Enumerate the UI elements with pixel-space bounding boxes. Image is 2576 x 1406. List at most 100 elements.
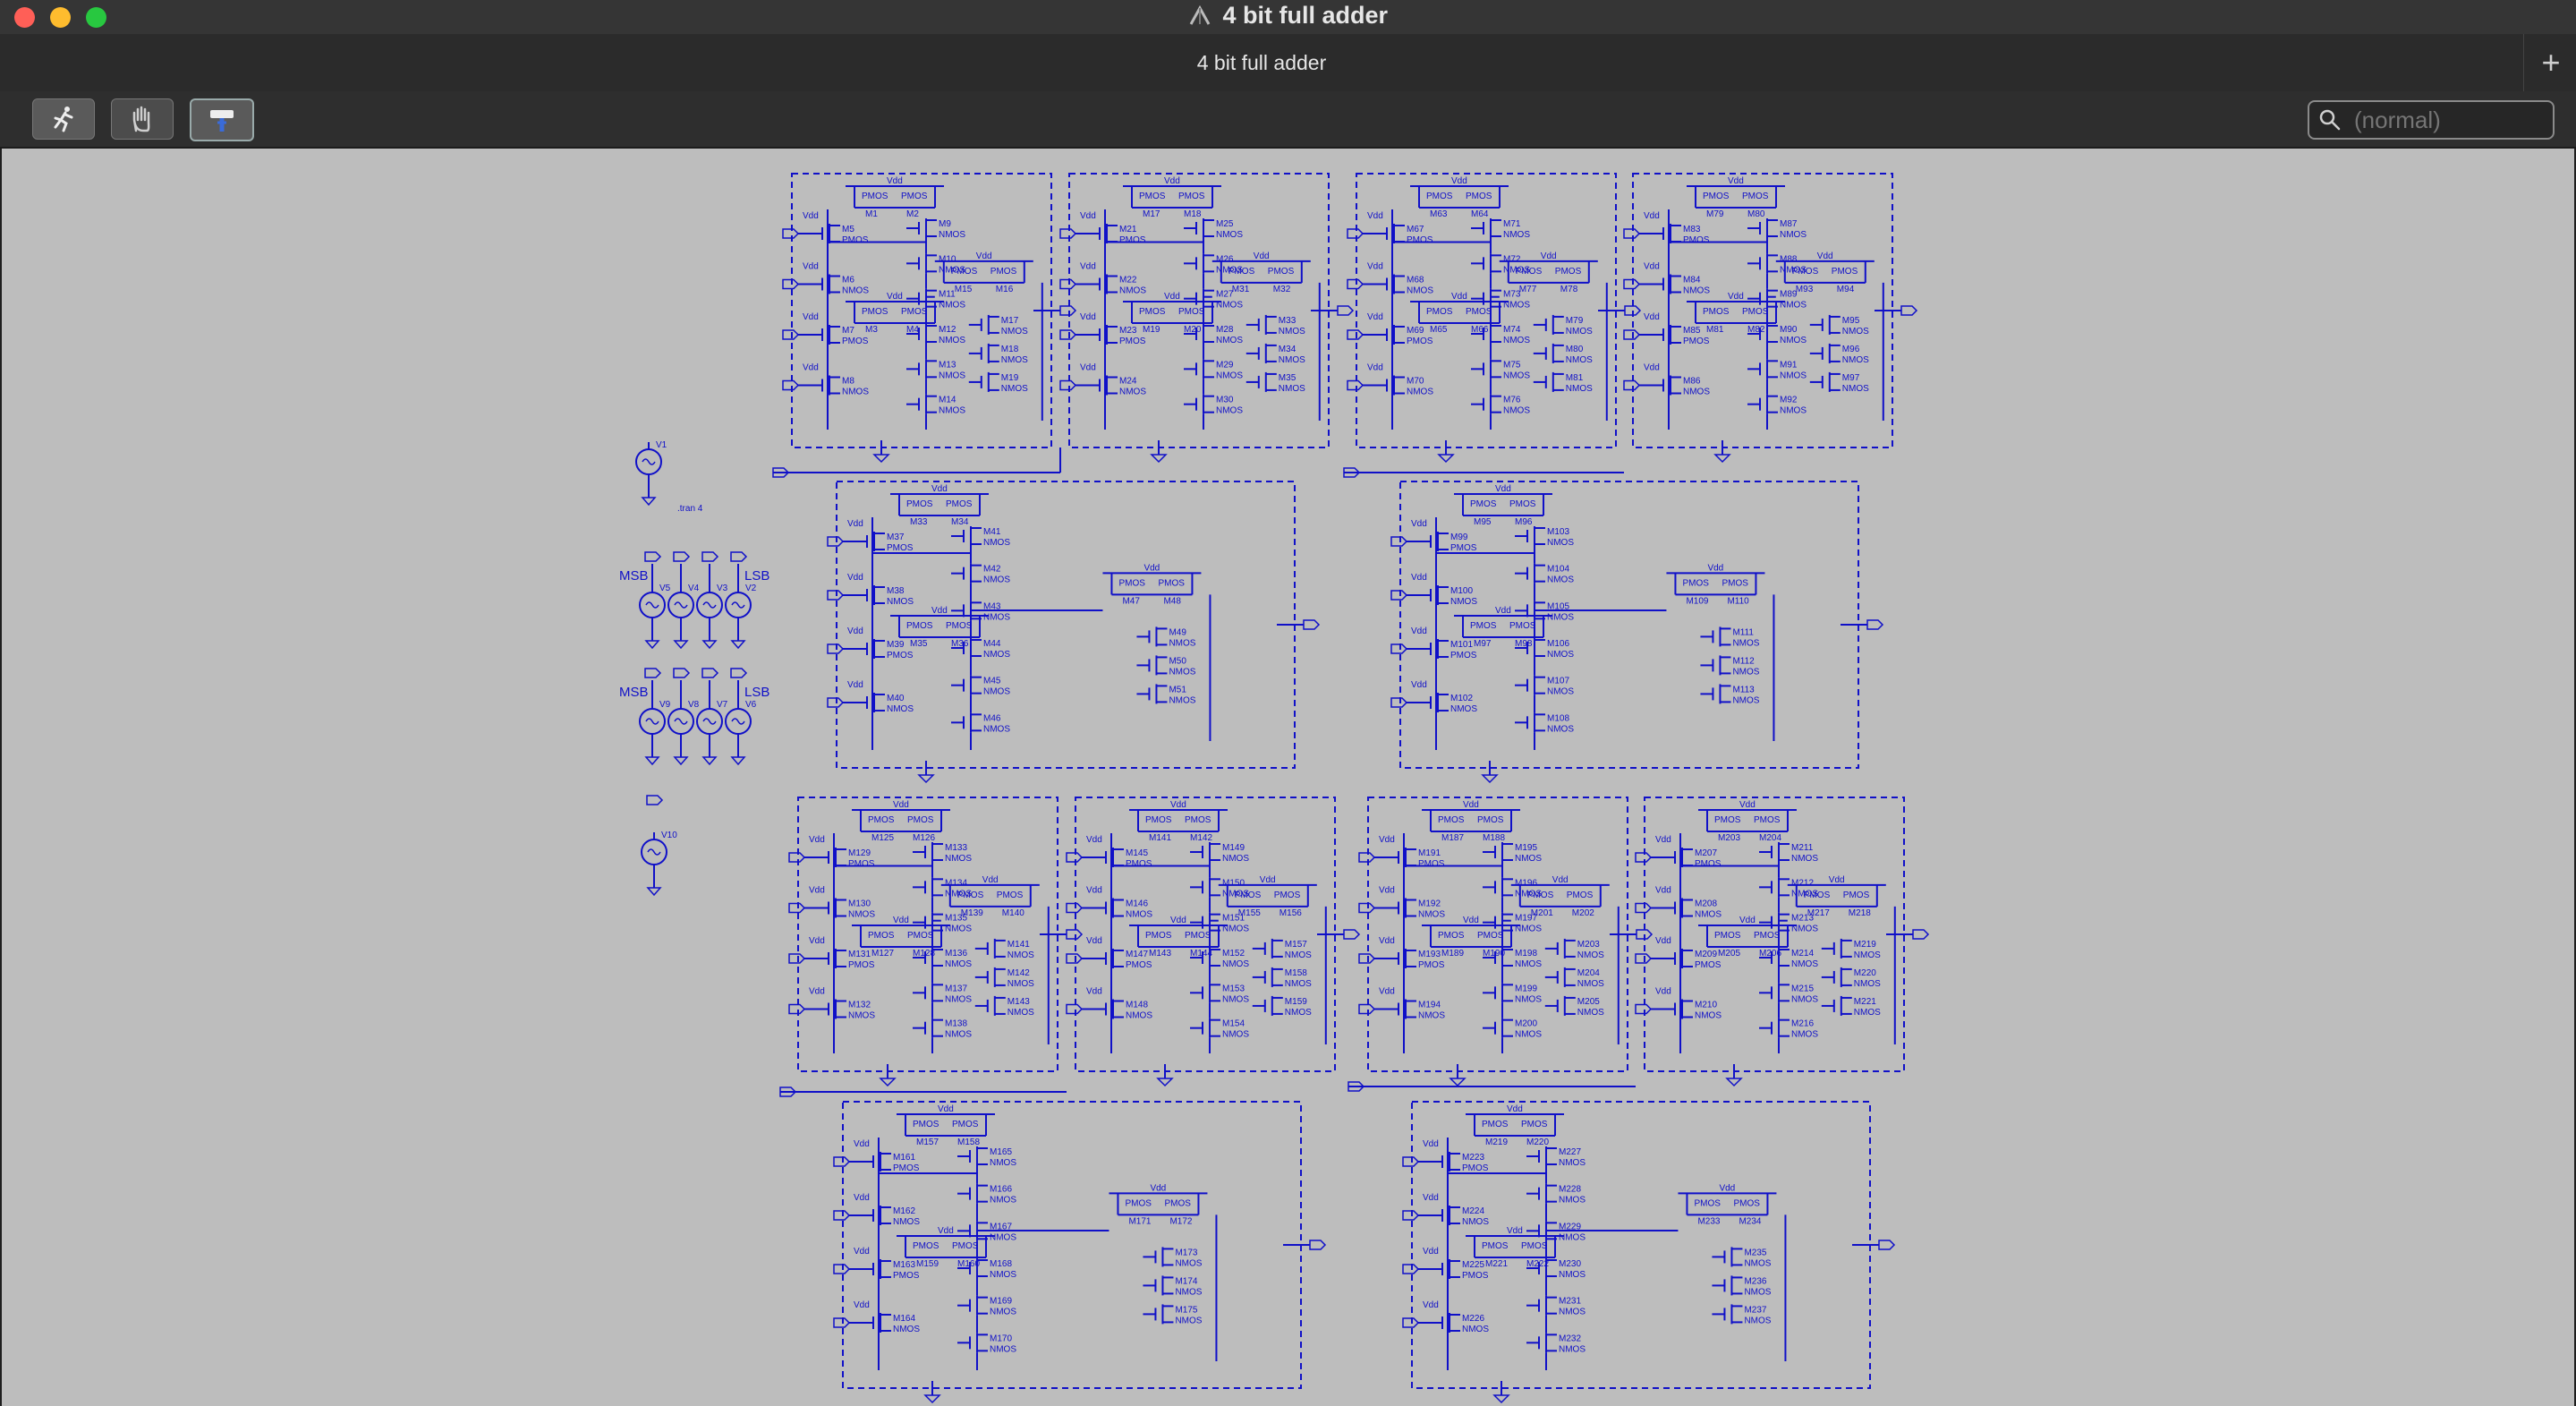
- transistor-name: M85: [1683, 326, 1701, 336]
- transistor-type: NMOS: [1547, 724, 1574, 734]
- transistor-name: M234: [1739, 1216, 1761, 1226]
- transistor-name: M235: [1744, 1248, 1766, 1257]
- transistor-type: NMOS: [1744, 1316, 1771, 1325]
- transistor-type: NMOS: [1175, 1316, 1202, 1325]
- transistor-name: M157: [916, 1138, 939, 1147]
- output-net-flag: [1900, 305, 1918, 316]
- transistor-name: M33: [1279, 316, 1297, 326]
- device-type-label: PMOS: [952, 1241, 979, 1251]
- pan-button[interactable]: [111, 98, 174, 140]
- input-net-flag: [1623, 329, 1641, 340]
- transistor-type: NMOS: [1577, 950, 1604, 960]
- transistor-type: NMOS: [1559, 1232, 1586, 1242]
- search-input[interactable]: [2352, 104, 2546, 136]
- vdd-label: Vdd: [982, 875, 999, 885]
- device-type-label: PMOS: [1714, 931, 1741, 941]
- transistor-type: PMOS: [1407, 337, 1433, 346]
- sine-glyph: [731, 718, 745, 725]
- transistor-name: M156: [1279, 908, 1302, 918]
- vdd-label: Vdd: [1739, 800, 1756, 810]
- transistor-name: M143: [1149, 949, 1171, 959]
- ltspice-app-icon: [1188, 4, 1211, 28]
- device-type-label: PMOS: [1438, 931, 1465, 941]
- transistor-name: M200: [1515, 1019, 1537, 1029]
- transistor-type: NMOS: [1001, 327, 1028, 337]
- transistor-type: PMOS: [887, 651, 914, 660]
- transistor-type: NMOS: [1559, 1308, 1586, 1317]
- transistor-type: NMOS: [1566, 327, 1593, 337]
- transistor-name: M142: [1007, 968, 1030, 978]
- sine-glyph: [702, 718, 717, 725]
- hand-icon: [132, 106, 150, 132]
- transistor-type: NMOS: [1169, 667, 1195, 677]
- add-tab-button[interactable]: +: [2526, 43, 2576, 84]
- transistor-name: M79: [1706, 209, 1724, 219]
- device-type-label: PMOS: [1754, 931, 1781, 941]
- transistor-name: M9: [939, 219, 951, 229]
- vdd-label: Vdd: [1164, 292, 1180, 302]
- vdd-label: Vdd: [1451, 176, 1467, 186]
- vdd-label: Vdd: [1423, 1247, 1439, 1257]
- device-type-label: PMOS: [901, 192, 928, 201]
- input-net-flag: [1066, 852, 1084, 863]
- vdd-label: Vdd: [1655, 987, 1671, 997]
- transistor-type: NMOS: [1001, 355, 1028, 365]
- transistor-name: M35: [910, 639, 928, 649]
- vdd-label: Vdd: [803, 363, 819, 373]
- transistor-name: M72: [1503, 254, 1521, 264]
- transistor-name: M189: [1441, 949, 1464, 959]
- schematic-drawing[interactable]: VddPMOS PMOSM1 M2VddPMOS PMOSM3 M4VddM5PMOSV…: [2, 149, 2574, 1406]
- input-net-flag: [673, 551, 691, 562]
- vdd-label: Vdd: [1254, 251, 1270, 261]
- transistor-name: M94: [1837, 285, 1855, 294]
- transistor-type: NMOS: [1418, 910, 1445, 920]
- vdd-label: Vdd: [1552, 875, 1569, 885]
- run-simulation-button[interactable]: [32, 98, 95, 140]
- transistor-type: NMOS: [1216, 371, 1243, 380]
- transistor-type: NMOS: [1780, 301, 1807, 311]
- input-net-flag: [827, 590, 845, 601]
- transistor-name: M191: [1418, 848, 1441, 858]
- transistor-name: M219: [1485, 1138, 1508, 1147]
- transistor-type: NMOS: [893, 1217, 920, 1227]
- transistor-type: NMOS: [1683, 286, 1710, 296]
- transistor-name: M152: [1222, 949, 1245, 959]
- vdd-label: Vdd: [1463, 916, 1479, 925]
- schematic-canvas[interactable]: Vdd PMOS PMOS M1 M2 Vdd PMOS PMOS M3 M4 Vdd M5 PMOS V…: [2, 149, 2574, 1406]
- vdd-label: Vdd: [803, 262, 819, 272]
- probe-button[interactable]: [190, 98, 254, 141]
- ground-symbol: [1713, 454, 1731, 464]
- transistor-name: M155: [1238, 908, 1261, 918]
- tab-schematic[interactable]: 4 bit full adder: [0, 34, 2524, 91]
- vdd-label: Vdd: [1644, 312, 1660, 322]
- transistor-name: M136: [945, 949, 967, 959]
- transistor-name: M100: [1450, 586, 1473, 596]
- output-net-flag: [1309, 1240, 1327, 1250]
- transistor-name: M227: [1559, 1147, 1581, 1157]
- adder-cell-boundary: [1411, 1101, 1871, 1389]
- input-net-flag: [833, 1156, 851, 1167]
- output-net-flag: [1337, 305, 1355, 316]
- sine-glyph: [645, 718, 659, 725]
- transistor-name: M96: [1842, 345, 1860, 354]
- transistor-type: NMOS: [1216, 230, 1243, 240]
- output-net-flag: [1866, 619, 1884, 630]
- transistor-name: M26: [1216, 254, 1234, 264]
- transistor-type: NMOS: [1450, 597, 1477, 607]
- transistor-name: M77: [1519, 285, 1537, 294]
- search-box[interactable]: [2308, 100, 2555, 140]
- transistor-name: M34: [1279, 345, 1297, 354]
- transistor-type: NMOS: [1222, 854, 1249, 864]
- transistor-name: M108: [1547, 713, 1569, 723]
- transistor-name: M25: [1216, 219, 1234, 229]
- vdd-label: Vdd: [1644, 262, 1660, 272]
- transistor-name: M111: [1732, 627, 1754, 637]
- transistor-name: M166: [990, 1185, 1012, 1195]
- input-net-flag: [1390, 536, 1408, 547]
- source-name: V7: [717, 700, 728, 710]
- device-type-label: PMOS: [1754, 815, 1781, 825]
- device-type-label: PMOS: [1722, 578, 1748, 588]
- transistor-type: NMOS: [1222, 925, 1249, 934]
- transistor-type: NMOS: [1279, 384, 1305, 394]
- ground-symbol: [641, 497, 657, 507]
